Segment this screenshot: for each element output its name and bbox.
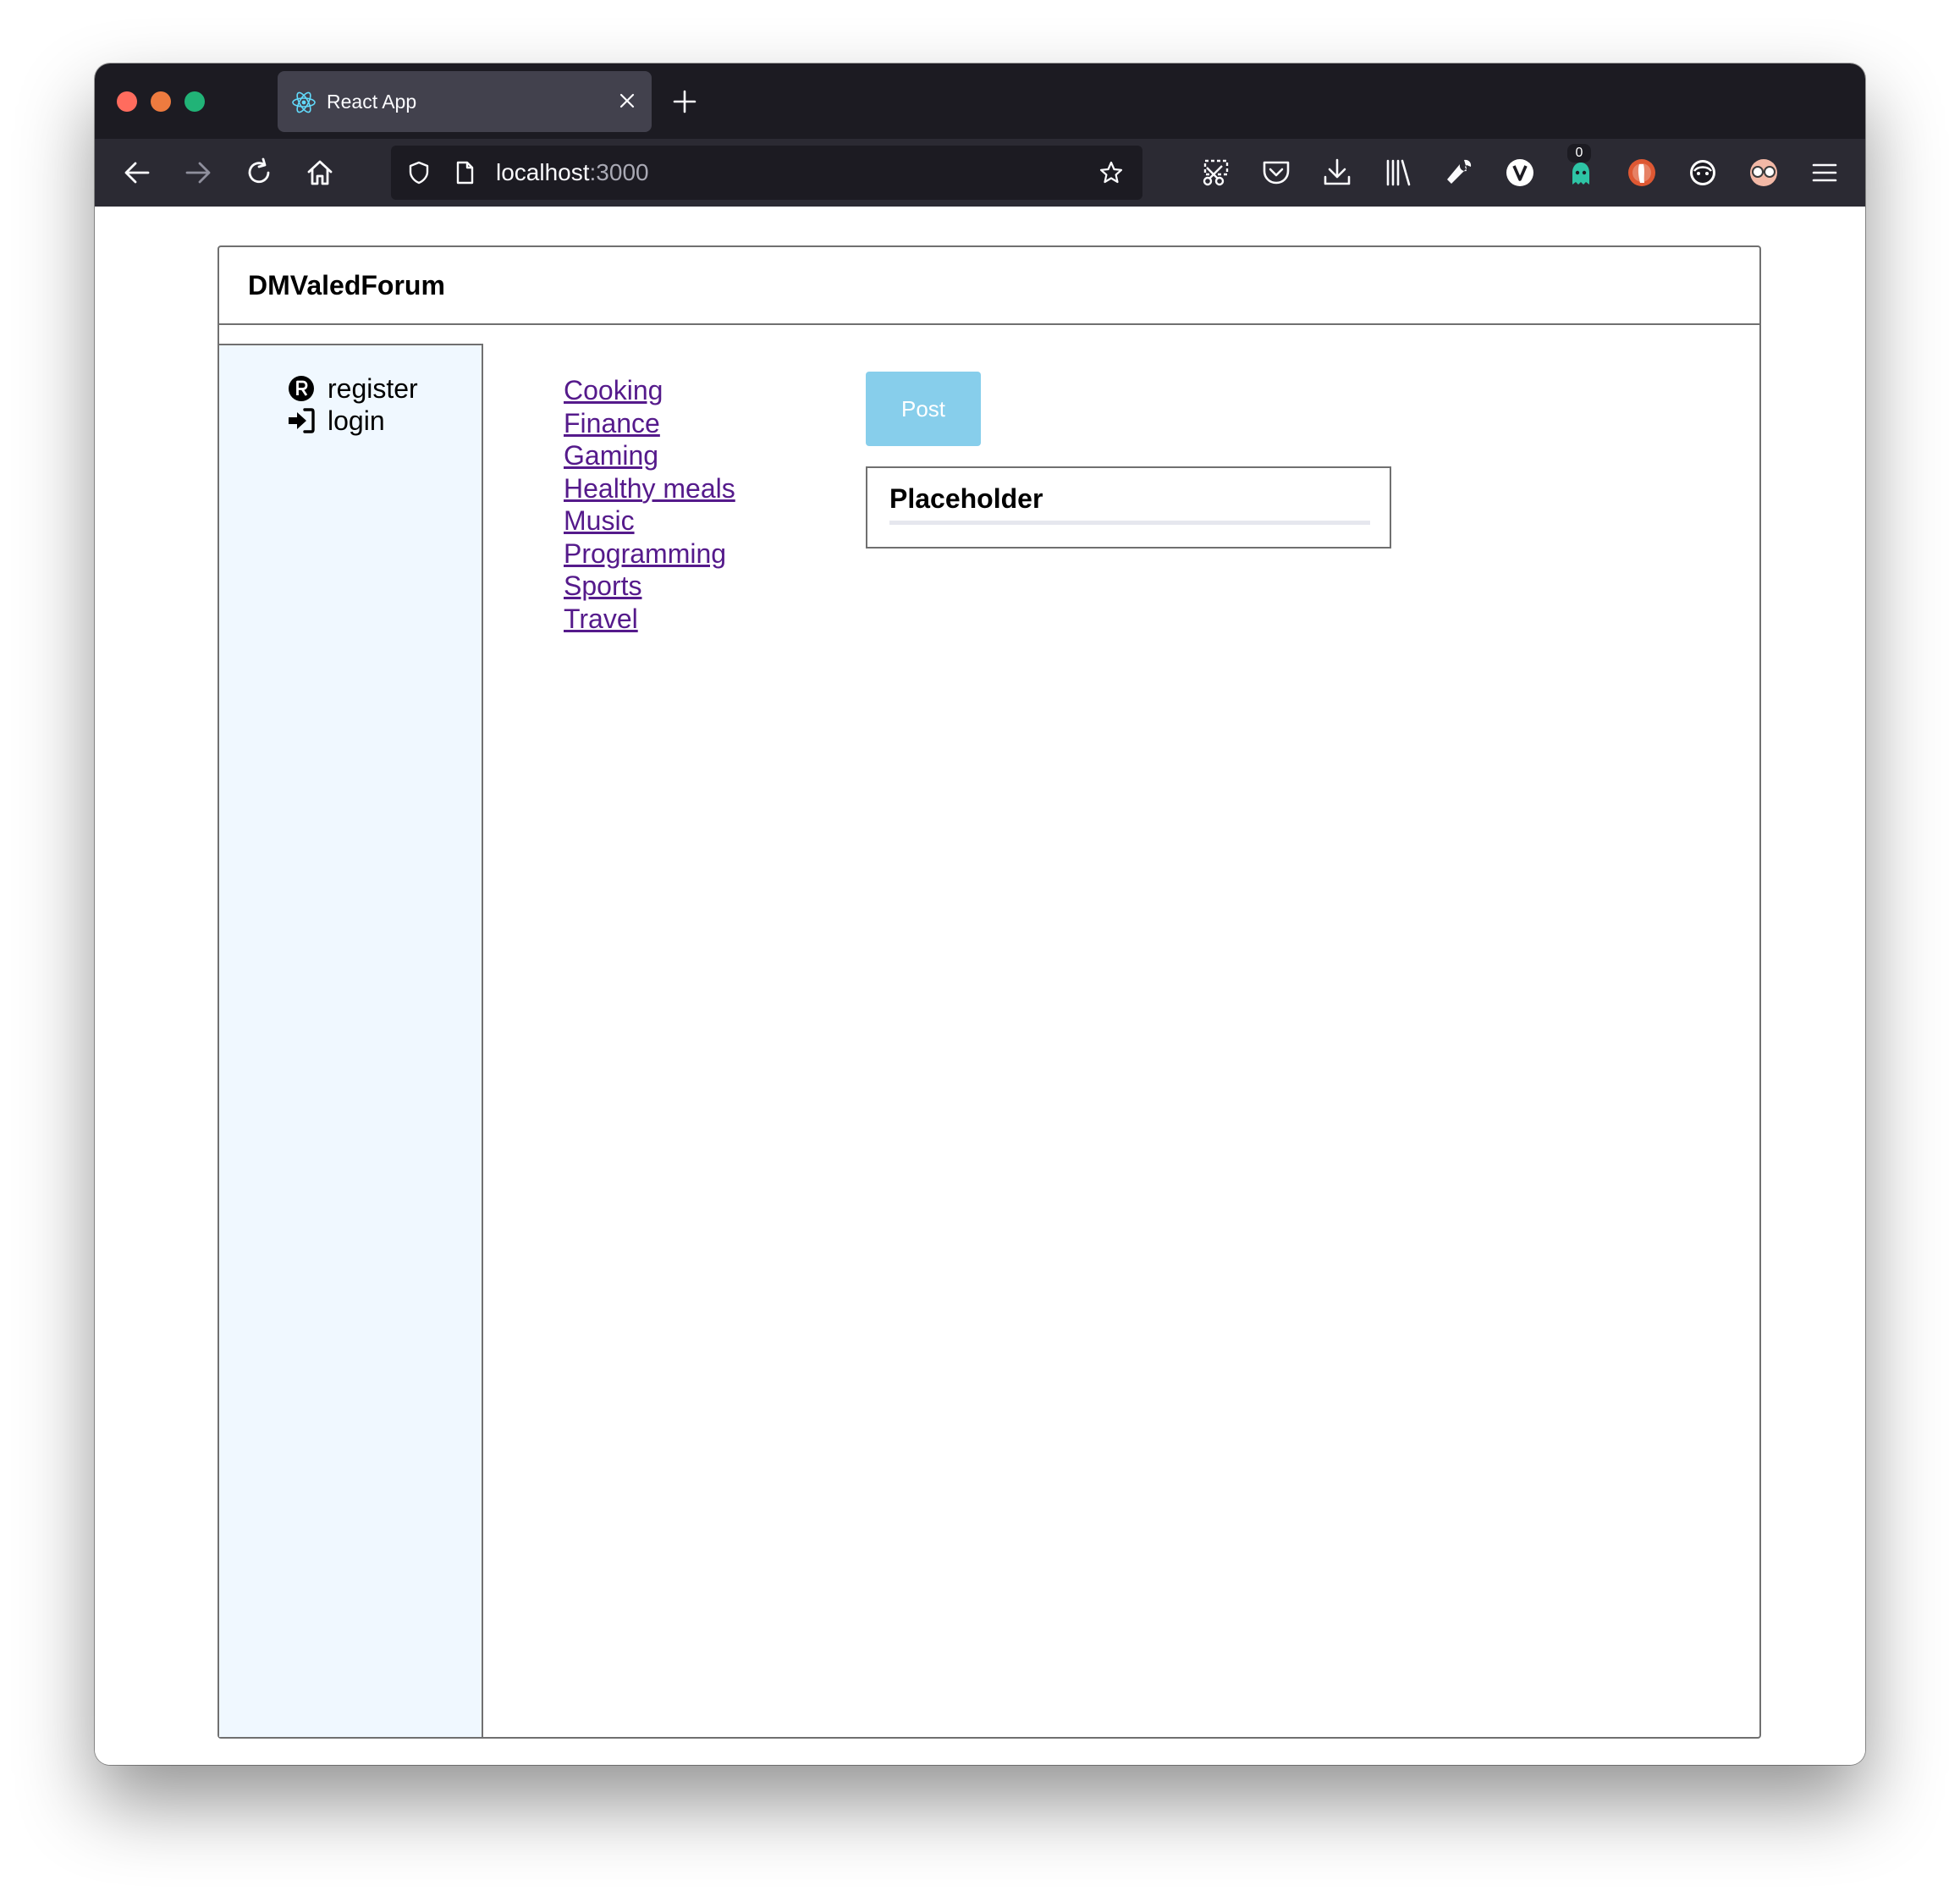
url-bar[interactable]: localhost:3000 — [391, 146, 1142, 200]
minimize-window-button[interactable] — [151, 91, 171, 112]
category-link-travel[interactable]: Travel — [564, 604, 638, 634]
browser-tab[interactable]: React App — [278, 71, 652, 132]
home-icon[interactable] — [303, 156, 337, 190]
menu-icon[interactable] — [1806, 154, 1843, 191]
browser-tab-bar: React App — [95, 63, 1865, 139]
post-divider — [889, 521, 1370, 525]
sidebar-item-label: login — [328, 405, 385, 436]
url-port: :3000 — [589, 159, 649, 185]
new-tab-icon[interactable] — [670, 87, 699, 116]
post-card[interactable]: Placeholder — [866, 466, 1391, 549]
category-list: Cooking Finance Gaming Healthy meals Mus… — [564, 374, 735, 635]
back-icon[interactable] — [120, 156, 154, 190]
react-logo-icon — [292, 91, 316, 113]
tab-title: React App — [327, 91, 417, 113]
list-item: Cooking — [564, 374, 735, 407]
app-title: DMValedForum — [248, 270, 445, 300]
list-item: Gaming — [564, 439, 735, 472]
category-link-sports[interactable]: Sports — [564, 571, 641, 601]
app-header: DMValedForum — [219, 247, 1759, 325]
page-icon[interactable] — [452, 160, 477, 185]
category-link-cooking[interactable]: Cooking — [564, 375, 663, 405]
download-icon[interactable] — [1319, 154, 1356, 191]
category-link-healthy-meals[interactable]: Healthy meals — [564, 473, 735, 504]
browser-nav-bar: localhost:3000 0 — [95, 139, 1865, 207]
sidebar: register login — [219, 344, 483, 1737]
shield-icon[interactable] — [406, 160, 432, 185]
category-link-music[interactable]: Music — [564, 505, 635, 536]
bookmark-star-icon[interactable] — [1098, 160, 1124, 185]
list-item: Programming — [564, 538, 735, 571]
screenshot-icon[interactable] — [1197, 154, 1234, 191]
post-button[interactable]: Post — [866, 372, 981, 446]
list-item: Finance — [564, 407, 735, 440]
list-item: Travel — [564, 603, 735, 636]
forward-icon[interactable] — [181, 156, 215, 190]
extension-glasses-icon[interactable] — [1745, 154, 1782, 191]
extension-badge: 0 — [1567, 144, 1591, 163]
page-content: DMValedForum register login Cooking Fina… — [95, 207, 1865, 1765]
pocket-icon[interactable] — [1258, 154, 1295, 191]
extension-face-icon[interactable] — [1684, 154, 1721, 191]
extension-v-icon[interactable] — [1501, 154, 1539, 191]
url-host: localhost — [496, 159, 590, 185]
sidebar-item-label: register — [328, 373, 418, 404]
extension-duckduckgo-icon[interactable] — [1623, 154, 1660, 191]
url-text[interactable]: localhost:3000 — [496, 159, 649, 186]
category-link-programming[interactable]: Programming — [564, 538, 726, 569]
browser-window: React App localhost:3000 0 DMValedForum … — [95, 63, 1865, 1765]
category-link-finance[interactable]: Finance — [564, 408, 660, 438]
close-tab-icon[interactable] — [616, 90, 638, 112]
forum-app: DMValedForum register login Cooking Fina… — [217, 245, 1761, 1739]
post-title: Placeholder — [889, 483, 1043, 514]
library-icon[interactable] — [1379, 154, 1417, 191]
registered-icon — [289, 376, 314, 401]
category-link-gaming[interactable]: Gaming — [564, 440, 658, 471]
sign-in-icon — [289, 408, 315, 433]
list-item: Music — [564, 504, 735, 538]
list-item: Sports — [564, 570, 735, 603]
wrench-icon[interactable] — [1440, 154, 1478, 191]
reload-icon[interactable] — [242, 156, 276, 190]
list-item: Healthy meals — [564, 472, 735, 505]
maximize-window-button[interactable] — [184, 91, 205, 112]
close-window-button[interactable] — [117, 91, 137, 112]
